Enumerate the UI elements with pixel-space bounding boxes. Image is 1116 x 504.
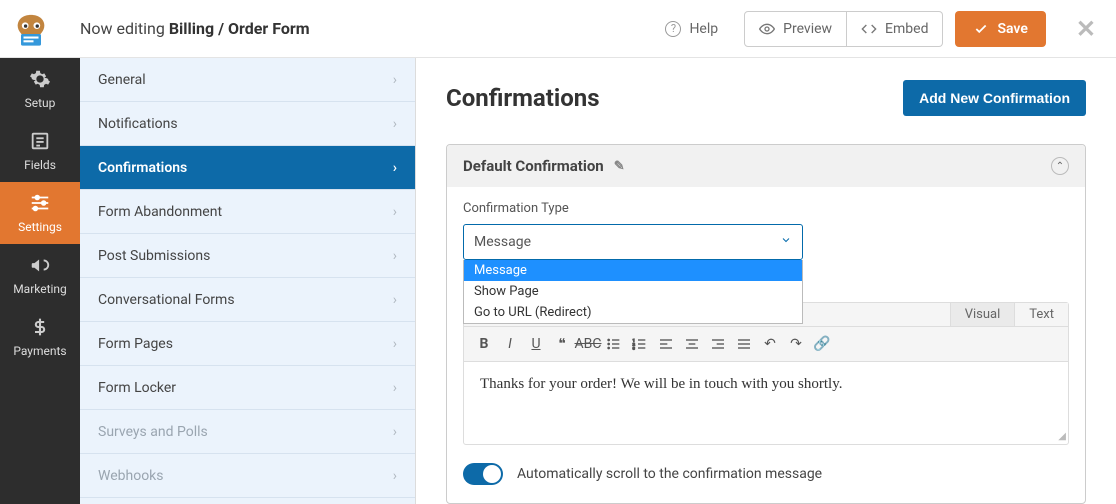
chevron-right-icon: ›	[393, 468, 397, 484]
embed-button[interactable]: Embed	[847, 11, 943, 47]
sidebar-item-form-abandonment[interactable]: Form Abandonment›	[80, 190, 415, 234]
editor-toolbar: B I U ❝ ABC 123	[464, 327, 1068, 362]
chevron-right-icon: ›	[393, 204, 397, 220]
form-icon	[29, 130, 51, 152]
settings-sidebar: General› Notifications› Confirmations› F…	[80, 58, 416, 504]
dropdown-option-go-to-url[interactable]: Go to URL (Redirect)	[464, 302, 802, 323]
sidebar-item-webhooks[interactable]: Webhooks›	[80, 454, 415, 498]
dropdown-selected-value: Message	[474, 234, 531, 250]
sidebar-item-notifications[interactable]: Notifications›	[80, 102, 415, 146]
gear-icon	[29, 68, 51, 90]
rail-payments[interactable]: Payments	[0, 306, 80, 368]
dropdown-option-message[interactable]: Message	[464, 260, 802, 281]
chevron-right-icon: ›	[393, 380, 397, 396]
dropdown-menu: Message Show Page Go to URL (Redirect)	[463, 260, 803, 324]
undo-button[interactable]: ↶	[758, 333, 782, 355]
top-bar: Now editing Billing / Order Form ? Help …	[0, 0, 1116, 58]
chevron-right-icon: ›	[393, 72, 397, 88]
panel-header[interactable]: Default Confirmation ✎ ⌃	[447, 145, 1085, 187]
sliders-icon	[29, 192, 51, 214]
preview-button[interactable]: Preview	[744, 11, 847, 47]
dropdown-option-show-page[interactable]: Show Page	[464, 281, 802, 302]
check-icon	[973, 21, 989, 37]
sidebar-item-form-locker[interactable]: Form Locker›	[80, 366, 415, 410]
chevron-right-icon: ›	[393, 336, 397, 352]
code-icon	[861, 21, 877, 37]
edit-name-icon[interactable]: ✎	[614, 159, 625, 174]
form-name: Billing / Order Form	[169, 19, 310, 38]
auto-scroll-toggle[interactable]	[463, 463, 503, 485]
rail-fields[interactable]: Fields	[0, 120, 80, 182]
close-button[interactable]: ✕	[1076, 15, 1096, 43]
sidebar-item-confirmations[interactable]: Confirmations›	[80, 146, 415, 190]
align-left-button[interactable]	[654, 333, 678, 355]
chevron-right-icon: ›	[393, 424, 397, 440]
main-panel: Confirmations Add New Confirmation Defau…	[416, 58, 1116, 504]
insert-link-button[interactable]: 🔗	[810, 333, 834, 355]
chevron-right-icon: ›	[393, 160, 397, 176]
sidebar-item-form-pages[interactable]: Form Pages›	[80, 322, 415, 366]
rail-label: Payments	[13, 344, 66, 358]
bullhorn-icon	[29, 254, 51, 276]
align-center-button[interactable]	[680, 333, 704, 355]
confirmation-panel: Default Confirmation ✎ ⌃ Confirmation Ty…	[446, 144, 1086, 504]
redo-button[interactable]: ↷	[784, 333, 808, 355]
left-rail: Setup Fields Settings Marketing Payments	[0, 58, 80, 504]
page-title: Confirmations	[446, 84, 600, 112]
dollar-icon	[29, 316, 51, 338]
eye-icon	[759, 21, 775, 37]
numbered-list-button[interactable]: 123	[628, 333, 652, 355]
app-logo	[10, 8, 52, 50]
underline-button[interactable]: U	[524, 333, 548, 355]
sidebar-item-post-submissions[interactable]: Post Submissions›	[80, 234, 415, 278]
panel-title-text: Default Confirmation	[463, 157, 604, 175]
collapse-icon[interactable]: ⌃	[1051, 157, 1069, 175]
align-right-button[interactable]	[706, 333, 730, 355]
editor-tab-text[interactable]: Text	[1014, 303, 1068, 326]
rail-setup[interactable]: Setup	[0, 58, 80, 120]
confirmation-type-dropdown[interactable]: Message Message Show Page Go to URL (Red…	[463, 224, 803, 260]
save-button[interactable]: Save	[955, 11, 1045, 47]
rail-label: Settings	[18, 220, 62, 234]
rail-label: Setup	[25, 96, 56, 110]
add-new-confirmation-button[interactable]: Add New Confirmation	[903, 80, 1086, 116]
sidebar-item-general[interactable]: General›	[80, 58, 415, 102]
editor-tab-visual[interactable]: Visual	[950, 303, 1015, 326]
quote-button[interactable]: ❝	[550, 333, 574, 355]
resize-handle-icon[interactable]: ◢	[1058, 431, 1066, 442]
chevron-down-icon	[780, 234, 792, 250]
dropdown-toggle[interactable]: Message	[463, 224, 803, 260]
auto-scroll-label: Automatically scroll to the confirmation…	[517, 466, 822, 482]
help-icon: ?	[665, 21, 681, 37]
chevron-right-icon: ›	[393, 248, 397, 264]
chevron-right-icon: ›	[393, 116, 397, 132]
confirmation-type-label: Confirmation Type	[463, 201, 1069, 216]
rail-marketing[interactable]: Marketing	[0, 244, 80, 306]
rail-label: Fields	[24, 158, 56, 172]
editor-content[interactable]: Thanks for your order! We will be in tou…	[464, 362, 1068, 444]
rail-label: Marketing	[13, 282, 67, 296]
toggle-knob	[483, 465, 501, 483]
help-button[interactable]: ? Help	[651, 11, 732, 47]
bold-button[interactable]: B	[472, 333, 496, 355]
now-editing-label: Now editing Billing / Order Form	[80, 19, 310, 38]
sidebar-item-surveys-polls[interactable]: Surveys and Polls›	[80, 410, 415, 454]
italic-button[interactable]: I	[498, 333, 522, 355]
align-justify-button[interactable]	[732, 333, 756, 355]
bulleted-list-button[interactable]	[602, 333, 626, 355]
sidebar-item-conversational-forms[interactable]: Conversational Forms›	[80, 278, 415, 322]
chevron-right-icon: ›	[393, 292, 397, 308]
rail-settings[interactable]: Settings	[0, 182, 80, 244]
strikethrough-button[interactable]: ABC	[576, 333, 600, 355]
svg-text:3: 3	[633, 345, 635, 350]
